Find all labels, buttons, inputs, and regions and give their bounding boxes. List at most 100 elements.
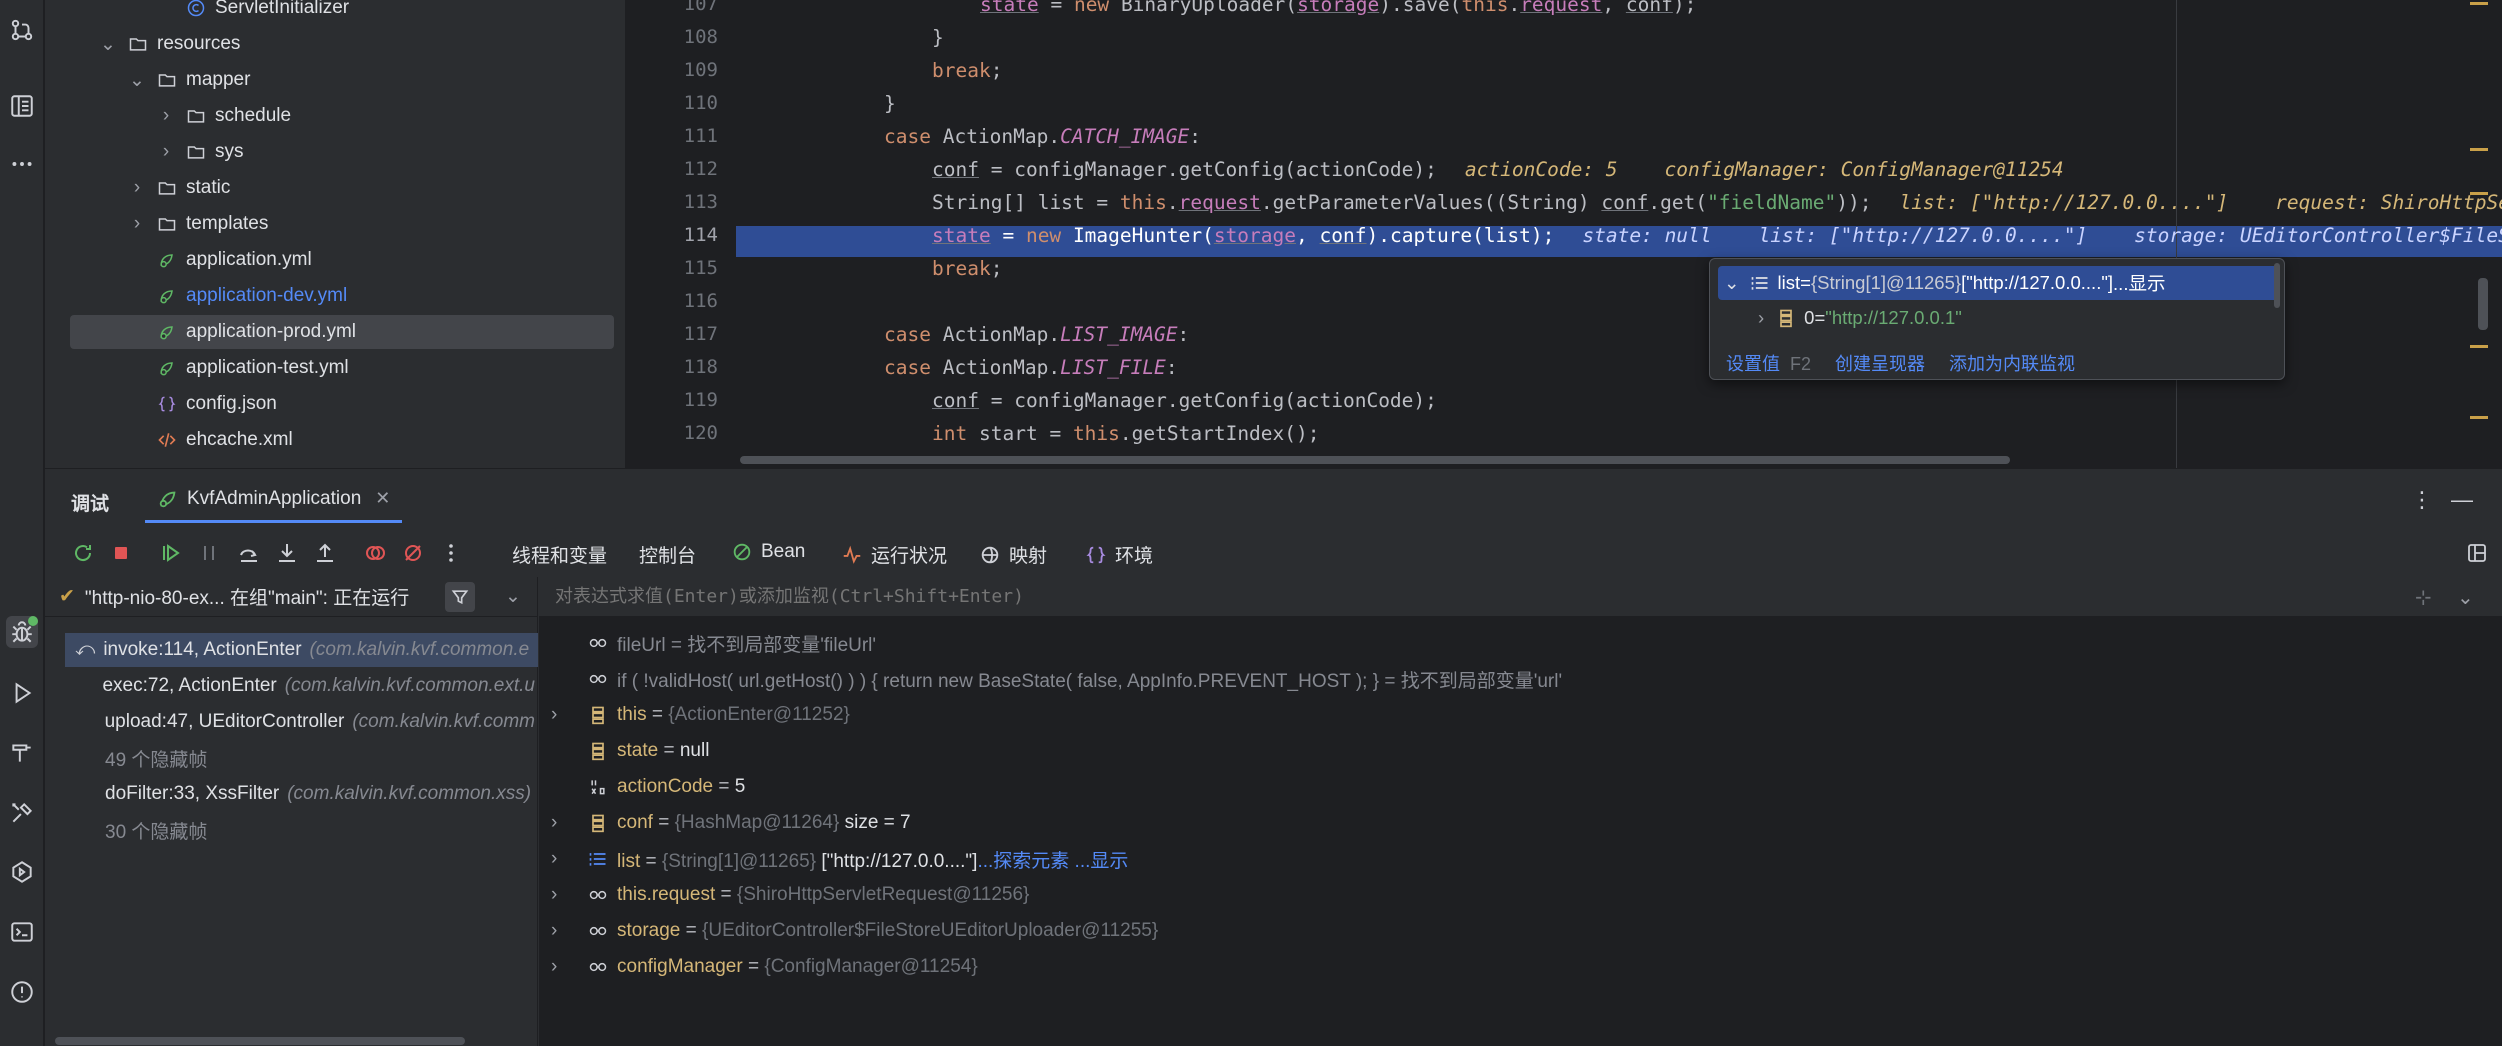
chevron-down-icon[interactable]: ⌄ [2457, 585, 2474, 610]
tab-mapping[interactable]: 映射 [979, 541, 1047, 568]
view-breakpoints-icon[interactable] [361, 539, 389, 567]
variable-row[interactable]: if ( !validHost( url.getHost() ) ) { ret… [539, 662, 2502, 696]
code-line[interactable]: conf = configManager.getConfig(actionCod… [932, 389, 1437, 412]
chevron-down-icon[interactable]: ⌄ [99, 34, 117, 55]
tree-item[interactable]: › schedule [45, 99, 625, 133]
inline-value-hint[interactable]: actionCode: 5 configManager: ConfigManag… [1465, 158, 2064, 181]
create-renderer-link[interactable]: 创建呈现器 [1835, 350, 1925, 376]
chevron-down-icon[interactable]: ⌄ [128, 70, 146, 91]
chevron-right-icon[interactable]: › [157, 141, 175, 162]
variable-row[interactable]: state = null [539, 734, 2502, 768]
code-line[interactable]: conf = configManager.getConfig(actionCod… [932, 158, 2064, 181]
stack-frame[interactable]: ⤺ invoke:114, ActionEnter (com.kalvin.kvf.… [65, 633, 538, 667]
tree-item[interactable]: › sys [45, 135, 625, 169]
tree-item[interactable]: application.yml [45, 243, 625, 277]
tree-item[interactable]: ehcache.xml [45, 423, 625, 457]
explore-show-link[interactable]: ...探索元素 ...显示 [977, 851, 1128, 872]
tree-item[interactable]: config.json [45, 387, 625, 421]
evaluate-expression-input[interactable] [555, 586, 2055, 607]
variable-row[interactable]: › this.request = {ShiroHttpServletRequest… [539, 878, 2502, 912]
tree-item[interactable]: application-prod.yml [70, 315, 614, 349]
chevron-right-icon[interactable]: › [551, 884, 557, 906]
add-inline-watch-link[interactable]: 添加为内联监视 [1949, 350, 2075, 376]
more-icon[interactable] [6, 148, 38, 180]
chevron-right-icon[interactable]: › [551, 848, 557, 870]
chevron-right-icon[interactable]: › [551, 956, 557, 978]
stack-frame[interactable]: upload:47, UEditorController (com.kalvin.… [65, 705, 535, 739]
code-line[interactable]: } [884, 92, 896, 115]
variable-row[interactable]: › configManager = {ConfigManager@11254} [539, 950, 2502, 984]
services-icon[interactable] [6, 797, 38, 829]
chevron-right-icon[interactable]: › [551, 812, 557, 834]
code-line[interactable]: break; [932, 257, 1002, 280]
tab-threads-variables[interactable]: 线程和变量 [512, 541, 607, 568]
stack-frame[interactable]: 30 个隐藏帧 [65, 813, 535, 847]
warning-marker[interactable] [2470, 192, 2488, 195]
code-line[interactable]: String[] list = this.request.getParamete… [932, 191, 2502, 214]
variable-row[interactable]: fileUrl = 找不到局部变量'fileUrl' [539, 626, 2502, 660]
tree-item[interactable]: ⌄ resources [45, 27, 625, 61]
commit-icon[interactable] [6, 14, 38, 46]
warning-marker[interactable] [2470, 148, 2488, 151]
endpoints-icon[interactable] [6, 856, 38, 888]
tree-item[interactable]: application-test.yml [45, 351, 625, 385]
warning-marker[interactable] [2470, 2, 2488, 5]
options-icon[interactable]: ⋮ [2411, 487, 2433, 513]
tab-health[interactable]: 运行状况 [841, 541, 947, 568]
inline-value-hint[interactable]: list: ["http://127.0.0...."] request: Sh… [1899, 191, 2502, 214]
warning-marker[interactable] [2470, 416, 2488, 419]
editor-vertical-scrollbar[interactable] [2478, 278, 2488, 330]
chevron-right-icon[interactable]: › [1758, 307, 1764, 329]
stack-frame[interactable]: exec:72, ActionEnter (com.kalvin.kvf.comm… [65, 669, 535, 703]
variable-row[interactable]: › conf = {HashMap@11264} size = 7 [539, 806, 2502, 840]
variable-row[interactable]: actionCode = 5 [539, 770, 2502, 804]
chevron-down-icon[interactable]: ⌄ [505, 585, 521, 608]
variable-row[interactable]: › this = {ActionEnter@11252} [539, 698, 2502, 732]
tab-console[interactable]: 控制台 [639, 541, 696, 568]
code-line[interactable]: case ActionMap.LIST_FILE: [884, 356, 1178, 379]
editor-horizontal-scrollbar[interactable] [740, 456, 2010, 464]
code-line[interactable]: state = new BinaryUploader(storage).save… [980, 0, 1696, 16]
thread-selector[interactable]: ✔ "http-nio-80-ex... 在组"main": 正在运行 ⌄ [45, 577, 538, 617]
problems-icon[interactable] [6, 976, 38, 1008]
stack-frame[interactable]: doFilter:33, XssFilter (com.kalvin.kvf.co… [65, 777, 535, 811]
code-line[interactable]: case ActionMap.CATCH_IMAGE: [884, 125, 1201, 148]
minimize-icon[interactable]: — [2451, 487, 2473, 513]
layout-icon[interactable] [2463, 539, 2491, 567]
step-out-icon[interactable] [311, 539, 339, 567]
popup-row-list[interactable]: ⌄ list = {String[1]@11265} ["http://127.… [1718, 266, 2278, 300]
set-value-link[interactable]: 设置值 [1726, 354, 1780, 374]
pause-icon[interactable] [195, 539, 223, 567]
resume-icon[interactable] [157, 539, 185, 567]
chevron-right-icon[interactable]: › [128, 213, 146, 234]
variable-row[interactable]: › list = {String[1]@11265} ["http://127.0… [539, 842, 2502, 876]
chevron-right-icon[interactable]: › [551, 920, 557, 942]
add-watch-icon[interactable]: ⊹ [2415, 585, 2432, 610]
frames-horizontal-scrollbar[interactable] [55, 1037, 465, 1045]
step-into-icon[interactable] [273, 539, 301, 567]
mute-breakpoints-icon[interactable] [399, 539, 427, 567]
inline-value-hint[interactable]: state: null list: ["http://127.0.0...."]… [1582, 224, 2502, 247]
tab-bean[interactable]: Bean [731, 541, 805, 563]
tree-item[interactable]: application-dev.yml [45, 279, 625, 313]
tree-item[interactable]: ServletInitializer [45, 0, 625, 25]
stack-frame[interactable]: 49 个隐藏帧 [65, 741, 535, 775]
tree-item[interactable]: › templates [45, 207, 625, 241]
code-line[interactable]: state = new ImageHunter(storage, conf).c… [932, 224, 2502, 247]
code-line[interactable]: break; [932, 59, 1002, 82]
popup-show-link[interactable]: ...显示 [2113, 270, 2165, 296]
more-icon[interactable] [437, 539, 465, 567]
chevron-right-icon[interactable]: › [551, 704, 557, 726]
chevron-right-icon[interactable]: › [128, 177, 146, 198]
warning-marker[interactable] [2470, 345, 2488, 348]
filter-icon[interactable] [445, 582, 475, 612]
run-icon[interactable] [6, 677, 38, 709]
terminal-icon[interactable] [6, 916, 38, 948]
run-config-tab[interactable]: KvfAdminApplication ✕ [145, 477, 403, 523]
code-line[interactable]: case ActionMap.LIST_IMAGE: [884, 323, 1189, 346]
build-icon[interactable] [6, 737, 38, 769]
popup-scrollbar[interactable] [2274, 263, 2280, 308]
tab-environment[interactable]: 环境 [1085, 541, 1153, 568]
step-over-icon[interactable] [235, 539, 263, 567]
variable-row[interactable]: › storage = {UEditorController$FileStoreU… [539, 914, 2502, 948]
